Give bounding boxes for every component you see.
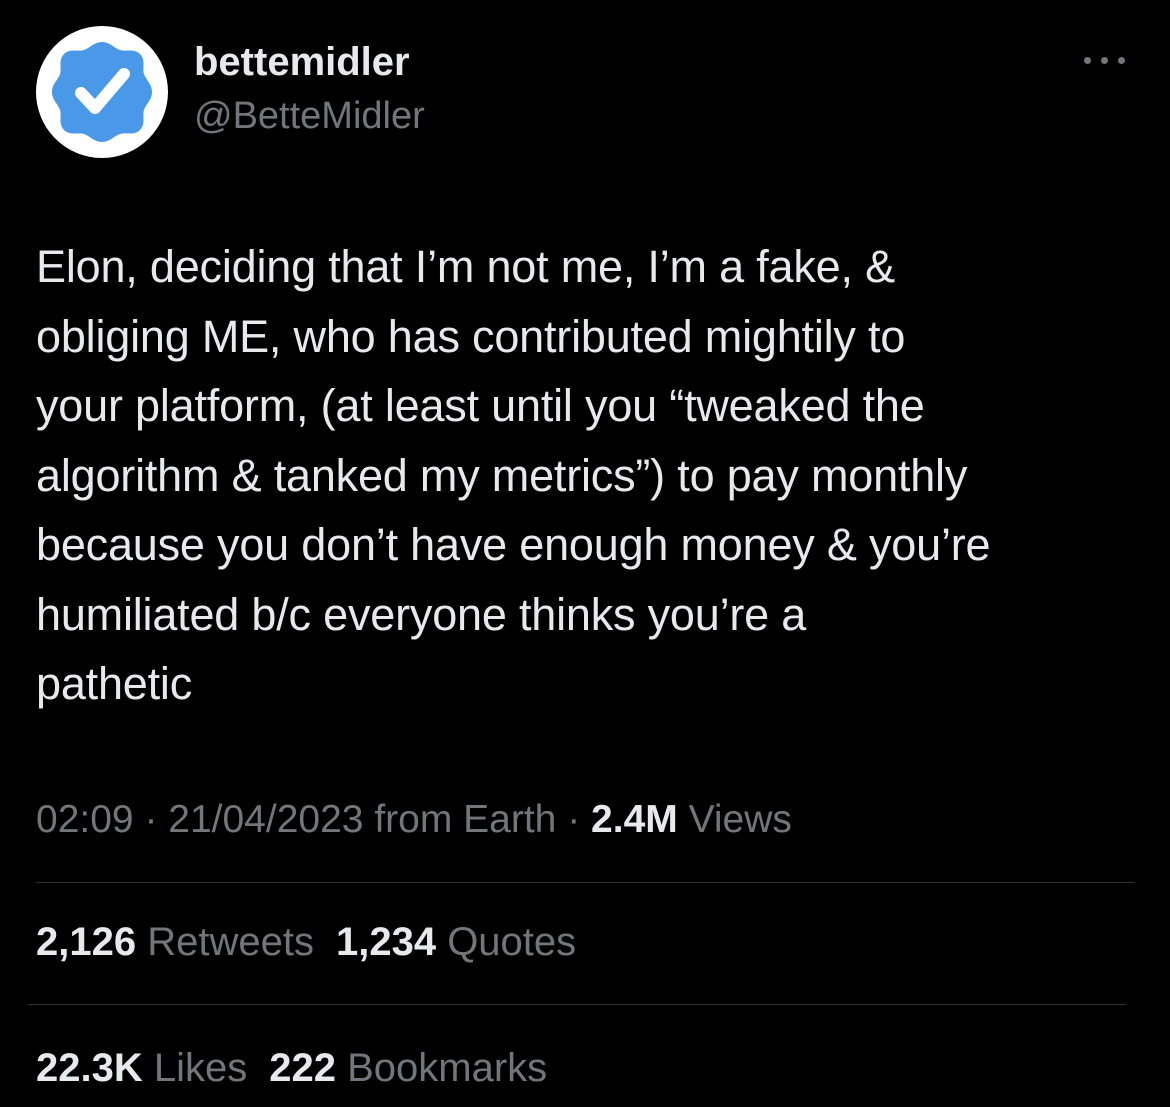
more-options-icon[interactable] (1084, 52, 1126, 68)
views-count: 2.4M (591, 798, 678, 841)
quotes-label: Quotes (436, 920, 577, 964)
bookmarks-count: 222 (269, 1046, 336, 1090)
tweet-meta: 02:09 · 21/04/2023 from Earth · 2.4M Vie… (36, 794, 792, 846)
bookmarks-label: Bookmarks (336, 1046, 548, 1090)
verified-badge-icon (52, 42, 152, 142)
retweets-label: Retweets (136, 920, 314, 964)
more-dot (1101, 57, 1108, 64)
more-dot (1084, 57, 1091, 64)
tweet-source: from Earth (363, 798, 557, 841)
engagement-stats-row: 22.3K Likes 222 Bookmarks (36, 1042, 569, 1094)
meta-separator: · (556, 798, 592, 841)
divider (28, 1004, 1126, 1005)
tweet-time[interactable]: 02:09 (36, 798, 134, 841)
tweet-header: bettemidler @BetteMidler (36, 26, 1136, 158)
author-names: bettemidler @BetteMidler (194, 38, 425, 142)
more-dot (1118, 57, 1125, 64)
bookmarks-stat[interactable]: 222 Bookmarks (269, 1042, 547, 1094)
likes-stat[interactable]: 22.3K Likes (36, 1042, 247, 1094)
avatar[interactable] (36, 26, 168, 158)
retweets-stat[interactable]: 2,126 Retweets (36, 916, 314, 968)
tweet-text: Elon, deciding that I’m not me, I’m a fa… (36, 241, 991, 709)
divider (36, 882, 1134, 883)
quotes-stat[interactable]: 1,234 Quotes (336, 916, 576, 968)
display-name[interactable]: bettemidler (194, 38, 425, 86)
quotes-count: 1,234 (335, 920, 437, 964)
likes-count: 22.3K (36, 1046, 143, 1090)
user-handle[interactable]: @BetteMidler (194, 90, 425, 142)
likes-label: Likes (142, 1046, 248, 1090)
engagement-stats-row: 2,126 Retweets 1,234 Quotes (36, 916, 598, 968)
tweet-date[interactable]: 21/04/2023 (168, 798, 363, 841)
retweets-count: 2,126 (36, 920, 137, 964)
views-label: Views (677, 798, 792, 841)
meta-separator: · (133, 798, 169, 841)
